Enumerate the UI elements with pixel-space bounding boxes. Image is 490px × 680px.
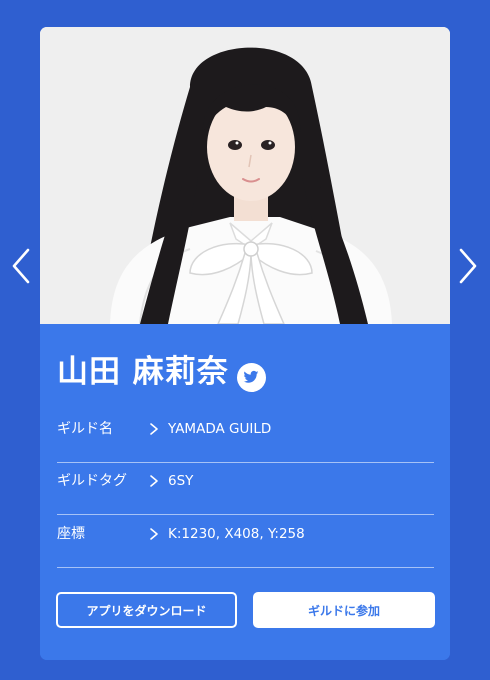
- detail-value: 6SY: [168, 473, 194, 489]
- member-name: 山田 麻莉奈: [57, 354, 229, 390]
- detail-label: 座標: [57, 526, 85, 542]
- chevron-right-icon: [149, 422, 159, 436]
- previous-arrow-button[interactable]: [9, 246, 33, 286]
- twitter-bird-icon: [244, 370, 259, 383]
- member-info-panel: 山田 麻莉奈 ギルド名 YAMADA GUILD ギルドタグ 6SY 座標 K:…: [40, 324, 450, 660]
- profile-screen: 山田 麻莉奈 ギルド名 YAMADA GUILD ギルドタグ 6SY 座標 K:…: [0, 0, 490, 680]
- join-guild-button[interactable]: ギルドに参加: [253, 592, 435, 628]
- detail-label: ギルドタグ: [57, 473, 127, 489]
- member-name-row: 山田 麻莉奈: [57, 350, 266, 394]
- detail-row-guild-tag: ギルドタグ 6SY: [57, 464, 434, 515]
- chevron-right-icon: [149, 474, 159, 488]
- chevron-left-icon: [12, 248, 30, 284]
- twitter-link-button[interactable]: [236, 362, 266, 392]
- chevron-right-icon: [149, 527, 159, 541]
- detail-row-coordinates: 座標 K:1230, X408, Y:258: [57, 517, 434, 568]
- member-card: 山田 麻莉奈 ギルド名 YAMADA GUILD ギルドタグ 6SY 座標 K:…: [40, 27, 450, 660]
- next-arrow-button[interactable]: [456, 246, 480, 286]
- chevron-right-icon: [459, 248, 477, 284]
- download-app-button[interactable]: アプリをダウンロード: [56, 592, 237, 628]
- detail-label: ギルド名: [57, 421, 113, 437]
- detail-value: K:1230, X408, Y:258: [168, 526, 305, 542]
- portrait-image: [40, 27, 450, 324]
- detail-row-guild-name: ギルド名 YAMADA GUILD: [57, 412, 434, 463]
- detail-value: YAMADA GUILD: [168, 421, 272, 437]
- member-photo: [40, 27, 450, 324]
